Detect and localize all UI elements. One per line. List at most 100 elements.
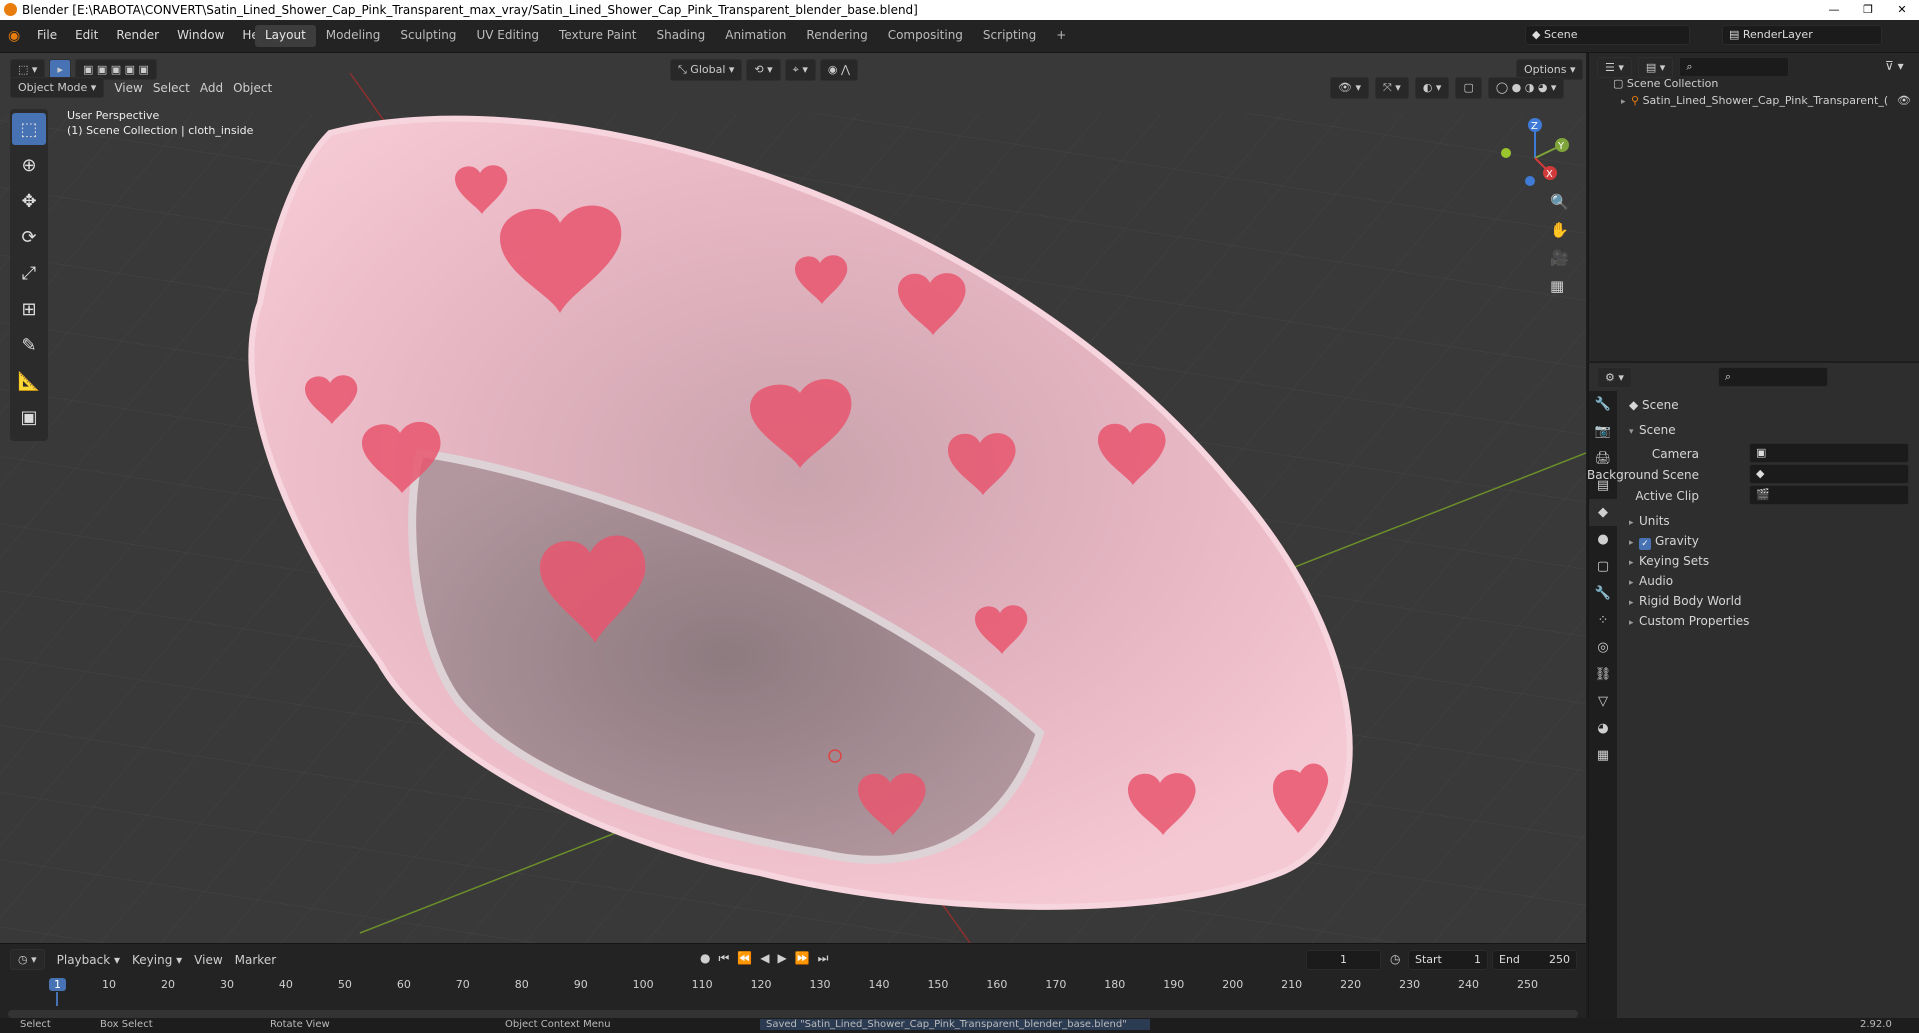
properties-editor-type[interactable]: ⚙ ▾: [1597, 367, 1632, 388]
xray-toggle-icon[interactable]: ▢: [1455, 77, 1482, 99]
timeline-tick: 120: [750, 978, 772, 991]
timeline-tick: 1: [49, 978, 66, 991]
render-tab-icon[interactable]: 📷: [1589, 418, 1617, 445]
physics-tab-icon[interactable]: ◎: [1589, 634, 1617, 661]
scene-tab-icon[interactable]: ◆: [1589, 499, 1617, 526]
tab-texture-paint[interactable]: Texture Paint: [549, 25, 646, 47]
move-tool-icon[interactable]: ✥: [12, 185, 46, 217]
keying-sets-panel[interactable]: ▸ Keying Sets: [1629, 554, 1709, 568]
gravity-panel[interactable]: ▸ ✓ Gravity: [1629, 534, 1699, 550]
timeline-ruler[interactable]: 1 10 20 30 40 50 60 70 80 90 100 110 120 130 140 150 160…: [0, 944, 1586, 1006]
transform-tool-icon[interactable]: ⊞: [12, 293, 46, 325]
scene-panel-header[interactable]: ▾ Scene: [1629, 423, 1676, 437]
viewport-menu-view[interactable]: View: [114, 81, 142, 95]
playhead[interactable]: [56, 992, 58, 1006]
scene-selector[interactable]: ◆ Scene: [1525, 25, 1715, 47]
modifier-tab-icon[interactable]: 🔧: [1589, 580, 1617, 607]
units-panel[interactable]: ▸ Units: [1629, 514, 1670, 528]
viewport-menu-object[interactable]: Object: [233, 81, 272, 95]
viewport-menu-select[interactable]: Select: [153, 81, 190, 95]
properties-search-input[interactable]: ⌕: [1717, 367, 1828, 387]
tab-animation[interactable]: Animation: [715, 25, 796, 47]
status-select: Select: [20, 1019, 51, 1030]
viewport-menu-add[interactable]: Add: [200, 81, 223, 95]
blender-menu-icon[interactable]: ◉: [8, 28, 20, 44]
scene-icon: ◆: [1629, 398, 1643, 412]
object-mode-dropdown[interactable]: Object Mode ▾: [10, 77, 105, 98]
pan-hand-icon[interactable]: ✋: [1550, 221, 1569, 239]
select-box-tool-icon[interactable]: ⬚: [12, 113, 46, 145]
gravity-checkbox[interactable]: ✓: [1639, 538, 1651, 550]
search-icon: ⌕: [1724, 370, 1732, 383]
close-icon[interactable]: ✕: [1885, 0, 1919, 20]
texture-tab-icon[interactable]: ▦: [1589, 742, 1617, 769]
snap-toggle[interactable]: ⌖ ▾: [784, 59, 816, 81]
gizmo-toggle-icon[interactable]: ⤧ ▾: [1374, 77, 1409, 99]
menu-render[interactable]: Render: [107, 28, 168, 42]
shading-mode-buttons[interactable]: ◯ ● ◑ ◕ ▾: [1487, 77, 1565, 99]
material-tab-icon[interactable]: ◕: [1589, 715, 1617, 742]
outliner-search-input[interactable]: ⌕: [1679, 57, 1790, 77]
audio-panel[interactable]: ▸ Audio: [1629, 574, 1673, 588]
background-scene-field[interactable]: ◆: [1749, 464, 1909, 484]
menu-edit[interactable]: Edit: [66, 28, 107, 42]
maximize-icon[interactable]: ❐: [1851, 0, 1885, 20]
add-cube-tool-icon[interactable]: ▣: [12, 401, 46, 433]
tab-rendering[interactable]: Rendering: [796, 25, 877, 47]
navigation-gizmo[interactable]: Z Y X: [1490, 113, 1570, 193]
tool-tab-icon[interactable]: 🔧: [1589, 391, 1617, 418]
rigid-body-world-label: Rigid Body World: [1639, 594, 1742, 608]
timeline-tick: 130: [809, 978, 831, 991]
outliner-item[interactable]: ▸ ⚲ Satin_Lined_Shower_Cap_Pink_Transpare…: [1621, 94, 1911, 107]
tab-compositing[interactable]: Compositing: [878, 25, 973, 47]
keying-sets-label: Keying Sets: [1639, 554, 1710, 568]
pivot-dropdown[interactable]: ⟲ ▾: [746, 59, 781, 81]
neg-z-axis-icon[interactable]: [1525, 176, 1535, 186]
particles-tab-icon[interactable]: ⁘: [1589, 607, 1617, 634]
menu-window[interactable]: Window: [168, 28, 233, 42]
tab-sculpting[interactable]: Sculpting: [390, 25, 466, 47]
add-workspace-icon[interactable]: +: [1046, 25, 1076, 47]
outliner-editor-type[interactable]: ☰ ▾: [1597, 57, 1632, 78]
visibility-icon[interactable]: 👁 ▾: [1330, 77, 1369, 99]
custom-properties-panel[interactable]: ▸ Custom Properties: [1629, 614, 1749, 628]
collection-icon: ▢: [1613, 77, 1627, 90]
top-bar: ◉ File Edit Render Window Help Layout Mo…: [0, 20, 1919, 53]
zoom-icon[interactable]: 🔍: [1550, 193, 1569, 211]
filter-icon[interactable]: ⊽ ▾: [1885, 59, 1904, 73]
cursor-tool-icon[interactable]: ⊕: [12, 149, 46, 181]
tab-modeling[interactable]: Modeling: [316, 25, 391, 47]
properties-header-label: Scene: [1642, 398, 1679, 412]
renderlayer-selector[interactable]: ▤ RenderLayer: [1722, 25, 1912, 47]
constraints-tab-icon[interactable]: ⛓: [1589, 661, 1617, 688]
tab-uv-editing[interactable]: UV Editing: [466, 25, 549, 47]
scale-tool-icon[interactable]: ⤢: [12, 257, 46, 289]
ortho-grid-icon[interactable]: ▦: [1550, 277, 1569, 295]
tab-layout[interactable]: Layout: [255, 25, 316, 47]
annotate-tool-icon[interactable]: ✎: [12, 329, 46, 361]
outliner-root[interactable]: ▢ Scene Collection: [1613, 77, 1718, 90]
active-clip-field[interactable]: 🎬: [1749, 485, 1909, 505]
world-tab-icon[interactable]: ●: [1589, 526, 1617, 553]
camera-field[interactable]: ▣: [1749, 443, 1909, 463]
viewport-3d[interactable]: ⬚ ▾ ▸ ▣ ▣ ▣ ▣ ▣ ⤡ Global ▾ ⟲ ▾ ⌖ ▾ ◉ ⋀ O…: [0, 53, 1586, 943]
timeline-tick: 250: [1517, 978, 1538, 991]
eye-icon[interactable]: 👁: [1897, 94, 1911, 107]
transform-orientation-dropdown[interactable]: ⤡ Global ▾: [670, 59, 743, 81]
camera-view-icon[interactable]: 🎥: [1550, 249, 1569, 267]
overlay-toggle-icon[interactable]: ◐ ▾: [1414, 77, 1450, 99]
tab-scripting[interactable]: Scripting: [973, 25, 1046, 47]
object-tab-icon[interactable]: ▢: [1589, 553, 1617, 580]
menu-file[interactable]: File: [28, 28, 66, 42]
timeline-tick: 90: [573, 978, 588, 991]
measure-tool-icon[interactable]: 📐: [12, 365, 46, 397]
tab-shading[interactable]: Shading: [646, 25, 715, 47]
minimize-icon[interactable]: —: [1817, 0, 1851, 20]
timeline-scrollbar[interactable]: [8, 1010, 1578, 1018]
rigid-body-world-panel[interactable]: ▸ Rigid Body World: [1629, 594, 1742, 608]
proportional-editing-toggle[interactable]: ◉ ⋀: [819, 59, 859, 81]
data-tab-icon[interactable]: ▽: [1589, 688, 1617, 715]
outliner-display-mode[interactable]: ▤ ▾: [1637, 57, 1674, 78]
neg-y-axis-icon[interactable]: [1501, 148, 1511, 158]
rotate-tool-icon[interactable]: ⟳: [12, 221, 46, 253]
